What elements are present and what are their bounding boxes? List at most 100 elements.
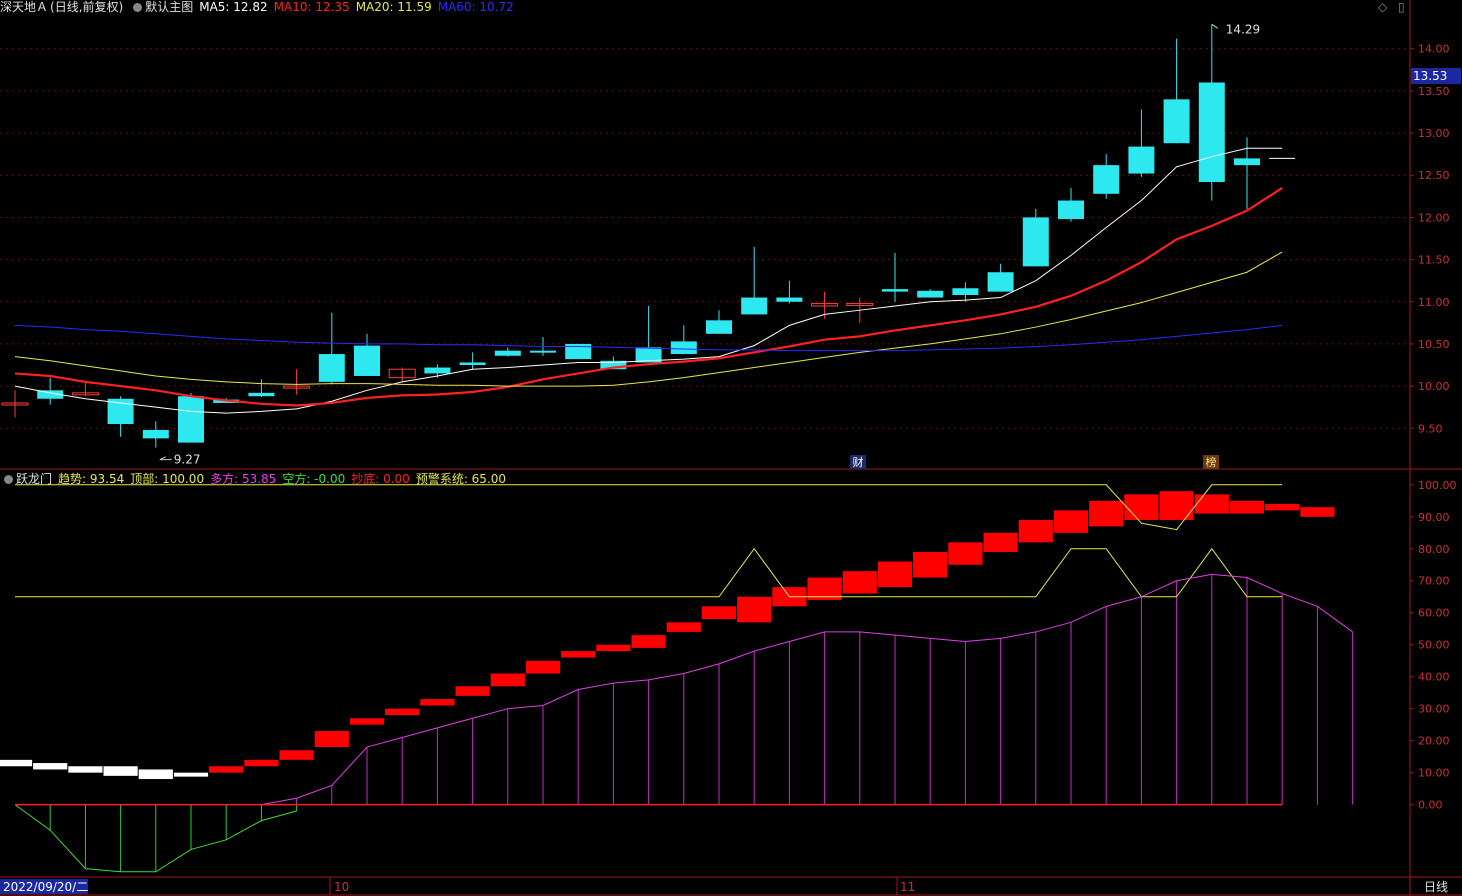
expand-icon[interactable]: ◇ <box>1378 0 1387 14</box>
ma10-label: MA10: 12.35 <box>273 0 350 14</box>
month-label-nov: 11 <box>900 880 915 894</box>
candle-body <box>142 429 169 439</box>
bear-label: 空方: -0.00 <box>282 472 346 486</box>
trend-band <box>631 635 666 648</box>
stock-chart: 9.50 10.00 10.50 11.00 11.50 12.00 12.50 13.00 1… <box>0 0 1462 896</box>
indicator-tick-label: 30.00 <box>1418 703 1450 716</box>
indicator-dropdown-icon[interactable] <box>4 475 13 484</box>
candle-body <box>1234 158 1260 166</box>
price-tick-label: 11.00 <box>1418 296 1450 309</box>
trend-band <box>314 731 349 748</box>
candle-body <box>1198 82 1225 182</box>
trend-band <box>279 750 314 760</box>
trend-band <box>1265 503 1300 511</box>
date-badge: 2022/09/20/二 <box>3 880 88 894</box>
trend-band <box>385 708 420 716</box>
indicator-tick-label: 0.00 <box>1418 799 1443 812</box>
trend-band <box>737 596 772 623</box>
period-label: 日线 <box>1424 880 1448 894</box>
trend-band <box>173 772 209 777</box>
ma60-label: MA60: 10.72 <box>437 0 514 14</box>
candle-body <box>1128 146 1155 174</box>
indicator-tick-label: 100.00 <box>1418 479 1457 492</box>
trend-band <box>455 686 490 696</box>
trend-band <box>701 606 737 620</box>
trend-band <box>666 622 701 632</box>
high-marker-arrow <box>1211 23 1219 29</box>
trend-band <box>1089 500 1124 527</box>
price-badge: 13.53 <box>1413 69 1447 83</box>
high-marker-label: 14.29 <box>1226 22 1260 36</box>
indicator-tick-label: 60.00 <box>1418 607 1450 620</box>
candle-body <box>706 320 732 334</box>
indicator-tick-label: 50.00 <box>1418 639 1450 652</box>
trend-band <box>983 532 1018 552</box>
trend-band <box>103 766 138 776</box>
trend-band <box>1300 507 1335 517</box>
trend-band <box>68 766 103 773</box>
candle-body <box>318 354 345 382</box>
candle-body <box>459 362 486 366</box>
warning-label: 预警系统: 65.00 <box>415 472 507 486</box>
candle-body <box>670 341 697 355</box>
candle-body <box>494 350 521 356</box>
trend-band <box>561 651 596 658</box>
trend-band <box>877 561 913 588</box>
price-tick-label: 10.50 <box>1418 338 1450 351</box>
price-tick-label: 11.50 <box>1418 254 1450 267</box>
bottom-label: 抄底: 0.00 <box>351 472 410 486</box>
price-tick-label: 13.00 <box>1418 127 1450 140</box>
candle-body <box>741 297 768 315</box>
candle-body <box>354 345 380 376</box>
indicator-tick-label: 20.00 <box>1418 735 1450 748</box>
trend-band <box>1124 494 1159 520</box>
price-tick-label: 12.00 <box>1418 211 1450 224</box>
trend-band <box>948 542 983 565</box>
trend-label: 趋势: 93.54 <box>58 472 125 486</box>
candle-body <box>178 396 204 443</box>
indicator-tick-label: 90.00 <box>1418 511 1450 524</box>
trend-band <box>349 718 385 725</box>
trend-band <box>420 699 455 706</box>
low-marker-label: 9.27 <box>174 453 201 467</box>
trend-band <box>1018 519 1053 543</box>
ma5-label: MA5: 12.82 <box>199 0 268 14</box>
candle-body <box>1093 165 1120 194</box>
indicator-panel-header: 跃龙门 趋势: 93.54 顶部: 100.00 多方: 53.85 空方: -0.00… <box>0 472 512 486</box>
template-name[interactable]: 默认主图 <box>145 0 193 14</box>
trend-band <box>842 571 877 594</box>
candle-body <box>1022 217 1049 267</box>
trend-band <box>525 660 561 674</box>
indicator-tick-label: 70.00 <box>1418 575 1450 588</box>
cai-badge: 财 <box>853 455 864 469</box>
candle-body <box>248 392 275 397</box>
trend-band <box>913 551 948 578</box>
candle-body <box>917 290 944 298</box>
trend-band <box>596 644 631 652</box>
ma5-line <box>14 147 1283 414</box>
price-tick-label: 10.00 <box>1418 380 1450 393</box>
indicator-tick-label: 10.00 <box>1418 767 1450 780</box>
trend-band <box>209 766 244 773</box>
stock-title[interactable]: 深天地Ａ <box>0 0 48 14</box>
trend-band <box>1229 500 1265 514</box>
top-label: 顶部: 100.00 <box>130 472 205 486</box>
candle-body <box>952 288 979 296</box>
low-marker-arrow <box>159 456 172 461</box>
candle-body <box>424 367 451 374</box>
trend-band <box>1159 491 1194 520</box>
adjust-mode[interactable]: (日线,前复权) <box>50 0 123 14</box>
panel-scroll-icon[interactable]: ▯ <box>1398 0 1405 14</box>
template-dropdown-icon[interactable] <box>133 3 143 12</box>
indicator-tick-label: 40.00 <box>1418 671 1450 684</box>
bang-badge: 榜 <box>1206 455 1217 469</box>
candle-body <box>882 289 908 292</box>
price-panel-header: 深天地Ａ (日线,前复权) 默认主图 MA5: 12.82 MA10: 12.35 MA2… <box>0 0 520 14</box>
candle-body <box>987 272 1014 292</box>
trend-band <box>1194 494 1229 514</box>
price-tick-label: 9.50 <box>1418 422 1443 435</box>
indicator-name[interactable]: 跃龙门 <box>16 472 52 486</box>
trend-band <box>33 763 68 770</box>
price-tick-label: 12.50 <box>1418 169 1450 182</box>
trend-band <box>490 673 525 687</box>
